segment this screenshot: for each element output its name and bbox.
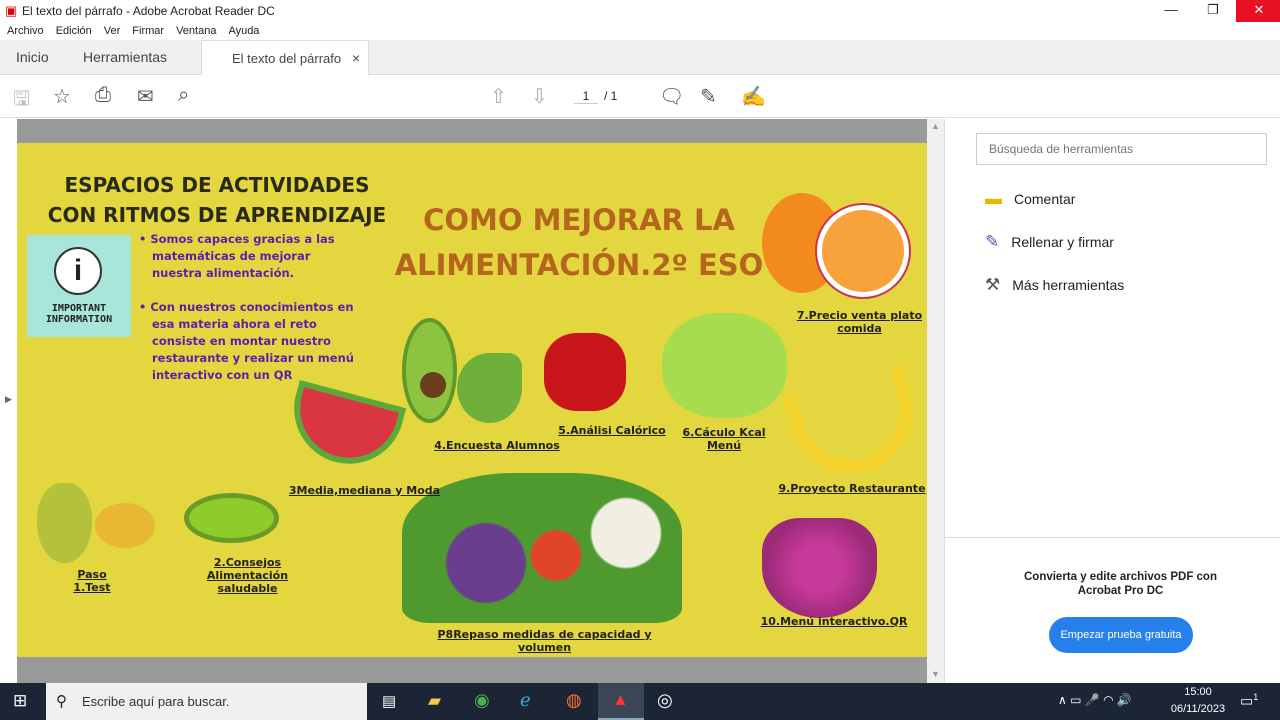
link-paso-6[interactable]: 6.Cáculo Kcal Menú bbox=[664, 426, 784, 452]
left-pane-toggle[interactable]: ▶ bbox=[0, 119, 17, 683]
minimize-button[interactable]: — bbox=[1148, 0, 1194, 22]
taskbar-search[interactable]: ⚲ Escribe aquí para buscar. bbox=[46, 683, 367, 720]
info-label: IMPORTANT INFORMATION bbox=[45, 303, 113, 325]
link-paso-7[interactable]: 7.Precio venta plato comida bbox=[792, 309, 927, 335]
info-box: i IMPORTANT INFORMATION bbox=[27, 235, 131, 337]
menu-ayuda[interactable]: Ayuda bbox=[228, 25, 259, 37]
menu-edicion[interactable]: Edición bbox=[56, 25, 92, 37]
link-paso-8[interactable]: P8Repaso medidas de capacidad y volumen bbox=[412, 628, 677, 654]
obs-icon[interactable]: ◎ bbox=[657, 690, 673, 711]
orange-slice-image bbox=[817, 205, 909, 297]
clock-date[interactable]: 06/11/2023 bbox=[1168, 703, 1228, 715]
title-bar: ▣ El texto del párrafo - Adobe Acrobat R… bbox=[0, 0, 1280, 22]
tool-mas-herramientas[interactable]: ⚒ Más herramientas bbox=[985, 275, 1124, 295]
menu-archivo[interactable]: Archivo bbox=[7, 25, 44, 37]
tab-herramientas[interactable]: Herramientas bbox=[83, 40, 167, 75]
toolbar bbox=[0, 76, 1280, 118]
kiwi-image bbox=[184, 493, 279, 543]
tab-bar: Inicio Herramientas El texto del párrafo… bbox=[0, 40, 1280, 75]
print-icon[interactable]: ⎙ bbox=[95, 84, 111, 107]
link-paso-2[interactable]: 2.Consejos Alimentación saludable bbox=[195, 556, 300, 595]
link-paso-3[interactable]: 3Media,mediana y Moda bbox=[287, 484, 442, 497]
menu-bar: Archivo Edición Ver Firmar Ventana Ayuda bbox=[0, 22, 1280, 40]
menu-firmar[interactable]: Firmar bbox=[132, 25, 164, 37]
bullet-item: • Con nuestros conocimientos en esa mate… bbox=[139, 300, 354, 382]
save-icon[interactable]: 🖫 bbox=[13, 84, 30, 118]
file-explorer-icon[interactable]: ▰ bbox=[428, 691, 441, 711]
bullet-list: • Somos capaces gracias a las matemática… bbox=[139, 231, 364, 384]
acrobat-icon: ▣ bbox=[5, 3, 18, 18]
vegetables-image bbox=[402, 473, 682, 623]
chrome-icon[interactable]: ◉ bbox=[474, 690, 490, 711]
page-count: / 1 bbox=[604, 89, 618, 103]
tools-search-input[interactable] bbox=[976, 133, 1267, 165]
close-button[interactable]: ✕ bbox=[1236, 0, 1280, 22]
sign-icon[interactable]: ✍ bbox=[741, 84, 766, 109]
info-icon: i bbox=[54, 247, 102, 295]
pear-image bbox=[37, 483, 92, 563]
pdf-page: ESPACIOS DE ACTIVIDADES CON RITMOS DE AP… bbox=[17, 143, 927, 657]
prev-page-icon[interactable]: ⇧ bbox=[490, 84, 507, 109]
comment-icon: ▬ bbox=[985, 189, 1002, 208]
pen-icon[interactable]: ✎ bbox=[700, 84, 717, 109]
window-title: El texto del párrafo - Adobe Acrobat Rea… bbox=[22, 4, 275, 18]
tray-icons[interactable]: ∧ ▭ 🎤 ◠ 🔊 bbox=[1058, 693, 1132, 707]
search-icon: ⚲ bbox=[56, 693, 67, 710]
edge-icon[interactable]: ℯ bbox=[520, 690, 531, 711]
tools-panel: ▬Comentar ✎Rellenar y firmar ⚒Más herram… bbox=[944, 119, 1280, 683]
menu-ventana[interactable]: Ventana bbox=[176, 25, 216, 37]
tab-document[interactable]: El texto del párrafo × bbox=[201, 40, 369, 75]
tool-rellenar-firmar[interactable]: ✎ Rellenar y firmar bbox=[985, 232, 1114, 252]
notifications-icon[interactable]: ▭1 bbox=[1240, 692, 1258, 710]
more-tools-icon: ⚒ bbox=[985, 275, 1001, 294]
email-icon[interactable]: ✉ bbox=[137, 84, 154, 109]
restore-button[interactable]: ❐ bbox=[1190, 0, 1236, 22]
windows-start-icon[interactable]: ⊞ bbox=[13, 691, 27, 711]
clock-time[interactable]: 15:00 bbox=[1170, 686, 1226, 698]
avocado-image bbox=[402, 318, 457, 423]
search-icon[interactable]: ⌕ bbox=[178, 84, 189, 107]
link-paso-10[interactable]: 10.Menú interactivo.QR bbox=[759, 615, 909, 628]
star-icon[interactable]: ☆ bbox=[53, 84, 71, 109]
tool-comentar[interactable]: ▬ Comentar bbox=[985, 189, 1075, 209]
next-page-icon[interactable]: ⇩ bbox=[531, 84, 548, 109]
comment-icon[interactable]: 🗨 bbox=[659, 84, 684, 109]
watermelon-image bbox=[281, 379, 407, 477]
firefox-icon[interactable]: ◍ bbox=[566, 690, 582, 711]
page-number-input[interactable]: 1 bbox=[574, 89, 598, 104]
pear-half-image bbox=[95, 503, 155, 548]
acrobat-taskbar-button[interactable]: ▲ bbox=[598, 683, 644, 720]
vertical-scrollbar[interactable]: ▲ ▼ bbox=[927, 119, 944, 683]
link-paso-1[interactable]: Paso 1.Test bbox=[57, 568, 127, 594]
fill-sign-icon: ✎ bbox=[985, 232, 1000, 251]
menu-ver[interactable]: Ver bbox=[104, 25, 121, 37]
link-paso-5[interactable]: 5.Análisi Calórico bbox=[557, 424, 667, 437]
main-title: COMO MEJORAR LA ALIMENTACIÓN.2º ESO bbox=[394, 203, 764, 282]
link-paso-9[interactable]: 9.Proyecto Restaurante bbox=[777, 482, 927, 495]
banana-image bbox=[781, 363, 927, 488]
task-view-icon[interactable]: ▤ bbox=[382, 692, 396, 710]
bullet-item: • Somos capaces gracias a las matemática… bbox=[139, 232, 335, 280]
link-paso-4[interactable]: 4.Encuesta Alumnos bbox=[432, 439, 562, 452]
grapes-image bbox=[762, 518, 877, 618]
avocado-half-image bbox=[457, 353, 522, 423]
pepper-image bbox=[544, 333, 626, 411]
taskbar: ⊞ ⚲ Escribe aquí para buscar. ▤ ▰ ◉ ℯ ◍ ▲… bbox=[0, 683, 1280, 720]
lettuce-image bbox=[662, 313, 787, 418]
tab-close-icon[interactable]: × bbox=[352, 41, 360, 76]
tab-inicio[interactable]: Inicio bbox=[16, 40, 49, 75]
tab-document-label: El texto del párrafo bbox=[232, 51, 342, 66]
free-trial-button[interactable]: Empezar prueba gratuita bbox=[1049, 617, 1193, 653]
page-heading: ESPACIOS DE ACTIVIDADES CON RITMOS DE AP… bbox=[47, 173, 387, 227]
promo-text: Convierta y edite archivos PDF con Acrob… bbox=[1023, 571, 1217, 597]
